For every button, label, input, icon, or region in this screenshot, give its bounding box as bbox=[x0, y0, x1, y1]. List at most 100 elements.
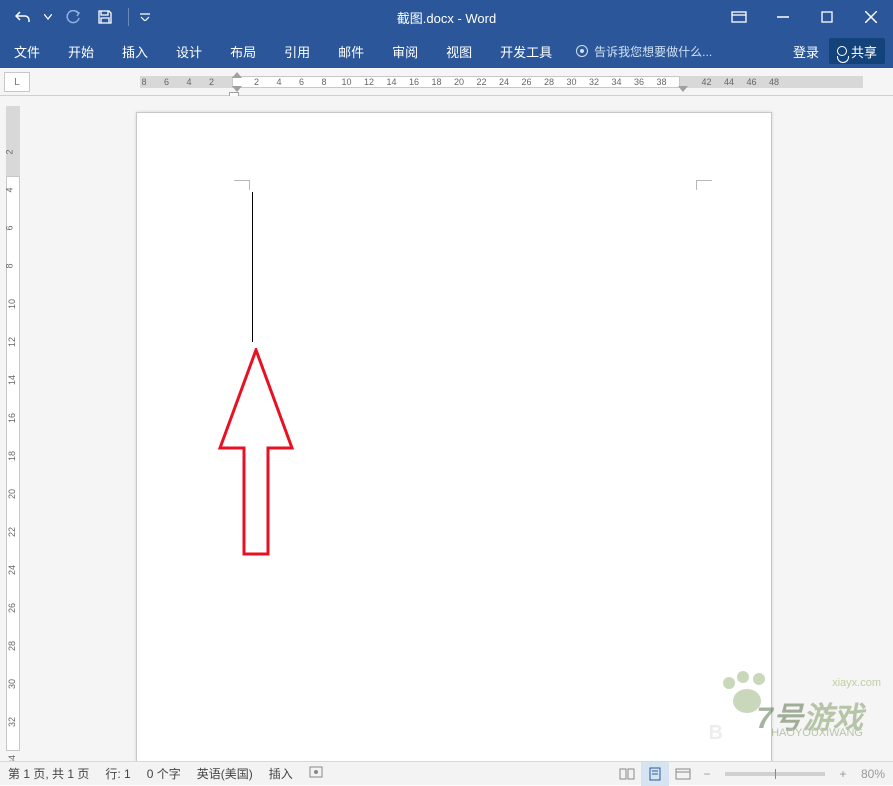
h-ruler-tick: 34 bbox=[611, 77, 621, 87]
tab-view[interactable]: 视图 bbox=[432, 34, 486, 68]
v-ruler-tick: 30 bbox=[7, 679, 17, 689]
status-bar: 第 1 页, 共 1 页 行: 1 0 个字 英语(美国) 插入 − + 80% bbox=[0, 761, 893, 785]
tab-layout[interactable]: 布局 bbox=[216, 34, 270, 68]
zoom-out-button[interactable]: − bbox=[697, 767, 717, 781]
tab-file[interactable]: 文件 bbox=[0, 34, 54, 68]
text-cursor bbox=[252, 192, 253, 342]
v-ruler-tick: 8 bbox=[5, 263, 15, 268]
h-ruler-tick: 12 bbox=[364, 77, 374, 87]
undo-icon[interactable] bbox=[10, 4, 36, 30]
v-ruler-tick: 12 bbox=[7, 337, 17, 347]
lightbulb-icon bbox=[576, 45, 588, 57]
h-ruler-tick: 2 bbox=[254, 77, 259, 87]
share-button[interactable]: 共享 bbox=[829, 38, 885, 64]
status-line[interactable]: 行: 1 bbox=[97, 765, 138, 782]
h-ruler-tick: 8 bbox=[321, 77, 326, 87]
tab-design[interactable]: 设计 bbox=[162, 34, 216, 68]
zoom-in-button[interactable]: + bbox=[833, 767, 853, 781]
document-canvas[interactable] bbox=[26, 96, 893, 761]
minimize-icon[interactable] bbox=[761, 0, 805, 34]
h-ruler-tick: 18 bbox=[431, 77, 441, 87]
view-web-layout-icon[interactable] bbox=[669, 762, 697, 786]
ribbon-display-icon[interactable] bbox=[717, 0, 761, 34]
v-ruler-tick: 28 bbox=[7, 641, 17, 651]
h-ruler-tick: 22 bbox=[476, 77, 486, 87]
view-read-mode-icon[interactable] bbox=[613, 762, 641, 786]
vertical-ruler[interactable]: 246810121416182022242628303234 bbox=[0, 96, 26, 761]
zoom-slider[interactable] bbox=[725, 772, 825, 776]
v-ruler-tick: 24 bbox=[7, 565, 17, 575]
h-ruler-tick: 44 bbox=[724, 77, 734, 87]
h-ruler-tick: 20 bbox=[454, 77, 464, 87]
share-label: 共享 bbox=[851, 42, 877, 61]
h-ruler-tick: 6 bbox=[299, 77, 304, 87]
person-icon bbox=[837, 46, 847, 56]
tab-review[interactable]: 审阅 bbox=[378, 34, 432, 68]
save-icon[interactable] bbox=[92, 4, 118, 30]
tab-developer[interactable]: 开发工具 bbox=[486, 34, 566, 68]
status-word-count[interactable]: 0 个字 bbox=[139, 765, 189, 782]
h-ruler-tick: 46 bbox=[746, 77, 756, 87]
h-ruler-tick: 38 bbox=[656, 77, 666, 87]
first-line-indent-marker[interactable] bbox=[232, 72, 242, 78]
h-ruler-tick: 8 bbox=[141, 77, 146, 87]
h-ruler-tick: 10 bbox=[341, 77, 351, 87]
tell-me-placeholder: 告诉我您想要做什么... bbox=[594, 43, 712, 60]
tab-home[interactable]: 开始 bbox=[54, 34, 108, 68]
margin-corner-top-left bbox=[234, 180, 250, 190]
h-ruler-tick: 30 bbox=[566, 77, 576, 87]
h-ruler-tick: 42 bbox=[701, 77, 711, 87]
h-ruler-tick: 24 bbox=[499, 77, 509, 87]
horizontal-ruler-row: L 86422468101214161820222426283032343638… bbox=[0, 68, 893, 96]
window-controls bbox=[717, 0, 893, 34]
status-insert-mode[interactable]: 插入 bbox=[261, 765, 301, 782]
h-ruler-tick: 4 bbox=[276, 77, 281, 87]
v-ruler-tick: 22 bbox=[7, 527, 17, 537]
h-ruler-tick: 26 bbox=[521, 77, 531, 87]
tab-selector[interactable]: L bbox=[4, 72, 30, 92]
v-ruler-tick: 32 bbox=[7, 717, 17, 727]
h-ruler-tick: 14 bbox=[386, 77, 396, 87]
h-ruler-tick: 28 bbox=[544, 77, 554, 87]
v-ruler-tick: 2 bbox=[5, 149, 15, 154]
redo-icon[interactable] bbox=[60, 4, 86, 30]
v-ruler-tick: 18 bbox=[7, 451, 17, 461]
qat-customize-icon[interactable] bbox=[139, 4, 151, 30]
maximize-icon[interactable] bbox=[805, 0, 849, 34]
tab-references[interactable]: 引用 bbox=[270, 34, 324, 68]
undo-dropdown-icon[interactable] bbox=[42, 4, 54, 30]
login-button[interactable]: 登录 bbox=[783, 34, 829, 68]
v-ruler-tick: 10 bbox=[7, 299, 17, 309]
status-macro-icon[interactable] bbox=[301, 766, 331, 781]
right-indent-marker[interactable] bbox=[678, 86, 688, 92]
annotation-arrow-icon bbox=[216, 348, 296, 558]
h-ruler-tick: 16 bbox=[409, 77, 419, 87]
v-ruler-tick: 6 bbox=[5, 225, 15, 230]
tab-mailings[interactable]: 邮件 bbox=[324, 34, 378, 68]
v-ruler-tick: 26 bbox=[7, 603, 17, 613]
quick-access-toolbar bbox=[0, 4, 151, 30]
h-ruler-tick: 32 bbox=[589, 77, 599, 87]
title-bar: 截图.docx - Word bbox=[0, 0, 893, 34]
margin-corner-top-right bbox=[696, 180, 712, 190]
h-ruler-tick: 36 bbox=[634, 77, 644, 87]
workspace: 246810121416182022242628303234 bbox=[0, 96, 893, 761]
zoom-level[interactable]: 80% bbox=[853, 767, 893, 781]
status-page[interactable]: 第 1 页, 共 1 页 bbox=[0, 765, 97, 782]
v-ruler-tick: 4 bbox=[5, 187, 15, 192]
v-ruler-tick: 16 bbox=[7, 413, 17, 423]
view-print-layout-icon[interactable] bbox=[641, 762, 669, 786]
close-icon[interactable] bbox=[849, 0, 893, 34]
v-ruler-tick: 14 bbox=[7, 375, 17, 385]
h-ruler-tick: 2 bbox=[209, 77, 214, 87]
tell-me-search[interactable]: 告诉我您想要做什么... bbox=[576, 34, 712, 68]
document-title: 截图.docx - Word bbox=[397, 8, 496, 27]
qat-separator bbox=[128, 8, 129, 26]
h-ruler-tick: 48 bbox=[769, 77, 779, 87]
tab-insert[interactable]: 插入 bbox=[108, 34, 162, 68]
horizontal-ruler[interactable]: 8642246810121416182022242628303234363842… bbox=[30, 72, 893, 92]
h-ruler-tick: 6 bbox=[164, 77, 169, 87]
v-ruler-tick: 20 bbox=[7, 489, 17, 499]
h-ruler-tick: 4 bbox=[186, 77, 191, 87]
status-language[interactable]: 英语(美国) bbox=[189, 765, 261, 782]
